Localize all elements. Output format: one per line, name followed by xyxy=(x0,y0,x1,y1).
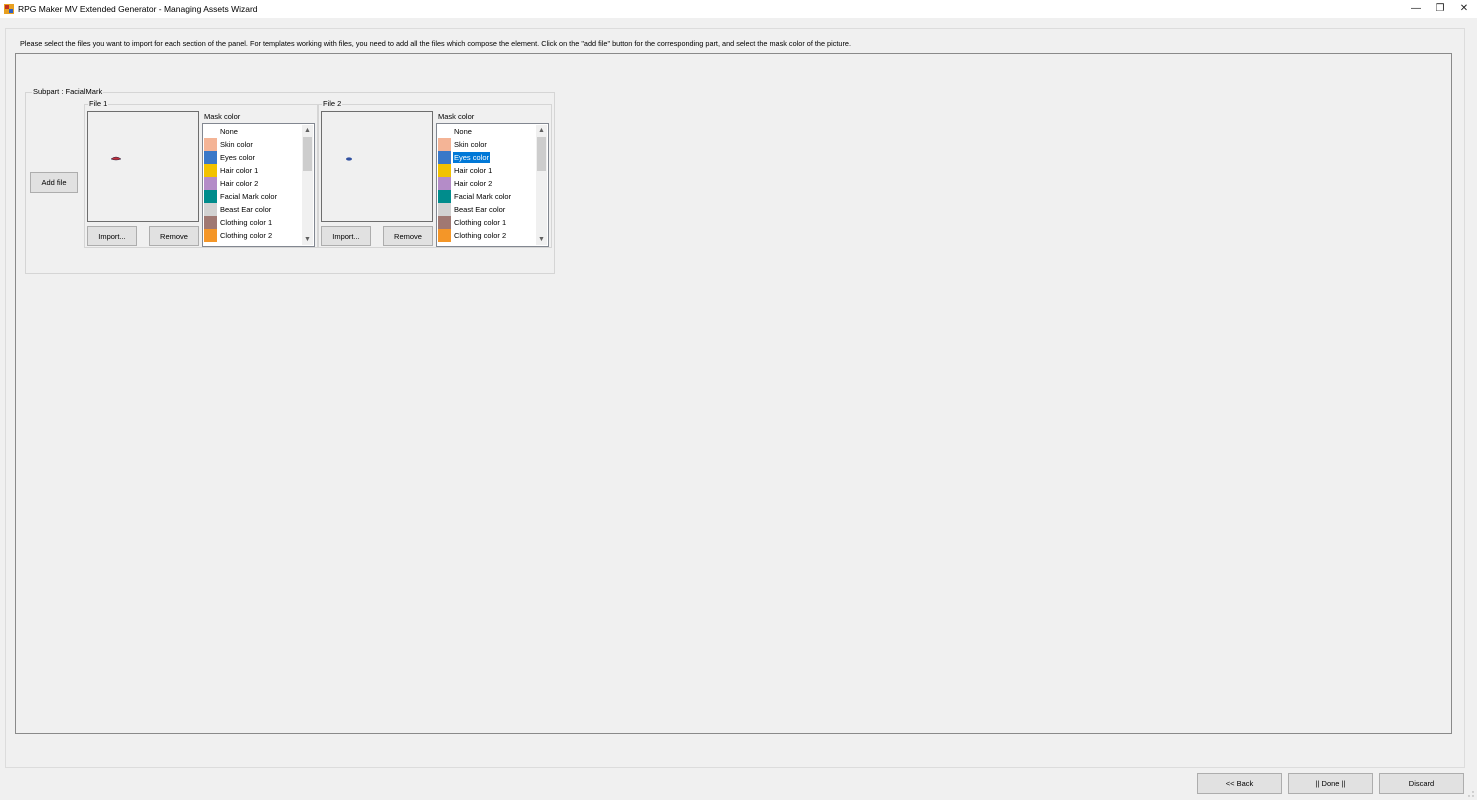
instructions-text: Please select the files you want to impo… xyxy=(20,39,851,48)
file-group-2: File 2 Import... Remove Mask color None S… xyxy=(318,99,552,248)
color-swatch xyxy=(204,216,217,229)
mask-color-label: None xyxy=(454,127,472,136)
color-swatch xyxy=(204,138,217,151)
mask-color-item[interactable]: Hair color 1 xyxy=(438,164,548,177)
mask-color-label: Beast Ear color xyxy=(220,205,272,214)
file-preview xyxy=(87,111,199,222)
remove-button[interactable]: Remove xyxy=(149,226,199,246)
scroll-up-icon[interactable]: ▲ xyxy=(536,125,547,136)
mask-color-label: Clothing color 2 xyxy=(220,231,273,240)
scroll-thumb[interactable] xyxy=(303,137,312,171)
subpart-title: Subpart : FacialMark xyxy=(32,87,104,97)
file-group-1: File 1 Import... Remove Mask color None S… xyxy=(84,99,318,248)
close-button[interactable]: ✕ xyxy=(1452,1,1476,17)
mask-color-item[interactable]: Facial Mark color xyxy=(438,190,548,203)
mask-color-item[interactable]: Hair color 1 xyxy=(204,164,314,177)
color-swatch xyxy=(438,138,451,151)
mask-color-item[interactable]: Beast Ear color xyxy=(438,203,548,216)
mask-color-item[interactable]: Eyes color xyxy=(204,151,314,164)
facial-mark-preview-icon xyxy=(346,157,352,161)
restore-button[interactable]: ❐ xyxy=(1428,1,1452,17)
mask-color-label: Clothing color 1 xyxy=(454,218,507,227)
back-button[interactable]: << Back xyxy=(1197,773,1282,794)
scroll-down-icon[interactable]: ▼ xyxy=(536,234,547,245)
remove-button[interactable]: Remove xyxy=(383,226,433,246)
mask-color-item[interactable]: Clothing color 1 xyxy=(438,216,548,229)
mask-color-label: Hair color 1 xyxy=(220,166,259,175)
mask-color-item[interactable]: Skin color xyxy=(438,138,548,151)
color-swatch xyxy=(204,203,217,216)
title-bar: RPG Maker MV Extended Generator - Managi… xyxy=(0,0,1477,18)
mask-color-label: None xyxy=(220,127,238,136)
mask-color-label: Beast Ear color xyxy=(454,205,506,214)
mask-color-item[interactable]: Clothing color 2 xyxy=(204,229,314,242)
mask-color-list[interactable]: None Skin color Eyes color Hair color 1 Hair… xyxy=(436,123,549,247)
color-swatch xyxy=(204,229,217,242)
file-preview xyxy=(321,111,433,222)
mask-color-item[interactable]: Skin color xyxy=(204,138,314,151)
mask-color-item[interactable]: Hair color 2 xyxy=(204,177,314,190)
mask-color-item[interactable]: Hair color 2 xyxy=(438,177,548,190)
mask-color-label: Facial Mark color xyxy=(454,192,512,201)
window-title: RPG Maker MV Extended Generator - Managi… xyxy=(18,4,258,14)
minimize-button[interactable]: — xyxy=(1404,1,1428,17)
mask-color-label: Mask color xyxy=(204,112,241,121)
mask-color-label: Hair color 1 xyxy=(454,166,493,175)
mask-color-label: Clothing color 1 xyxy=(220,218,273,227)
scroll-up-icon[interactable]: ▲ xyxy=(302,125,313,136)
done-button[interactable]: || Done || xyxy=(1288,773,1373,794)
mask-color-item[interactable]: Facial Mark color xyxy=(204,190,314,203)
color-swatch xyxy=(438,177,451,190)
color-swatch xyxy=(438,190,451,203)
color-swatch xyxy=(438,203,451,216)
color-swatch xyxy=(204,177,217,190)
mask-color-label: Mask color xyxy=(438,112,475,121)
color-swatch xyxy=(438,151,451,164)
mask-color-item[interactable]: None xyxy=(204,125,314,138)
discard-button[interactable]: Discard xyxy=(1379,773,1464,794)
list-scrollbar[interactable]: ▲ ▼ xyxy=(302,125,313,245)
mask-color-label: Eyes color xyxy=(453,152,491,163)
mask-color-item[interactable]: Eyes color xyxy=(438,151,548,164)
scroll-down-icon[interactable]: ▼ xyxy=(302,234,313,245)
facial-mark-preview-icon xyxy=(110,156,122,161)
mask-color-label: Skin color xyxy=(220,140,253,149)
assets-panel[interactable]: Subpart : FacialMark Add file File 1 Imp… xyxy=(15,53,1452,734)
mask-color-label: Hair color 2 xyxy=(454,179,493,188)
list-scrollbar[interactable]: ▲ ▼ xyxy=(536,125,547,245)
import-button[interactable]: Import... xyxy=(321,226,371,246)
mask-color-item[interactable]: Clothing color 1 xyxy=(204,216,314,229)
color-swatch xyxy=(204,164,217,177)
mask-color-item[interactable]: None xyxy=(438,125,548,138)
color-swatch xyxy=(438,125,451,138)
color-swatch xyxy=(438,229,451,242)
color-swatch xyxy=(204,125,217,138)
color-swatch xyxy=(438,164,451,177)
mask-color-item[interactable]: Clothing color 2 xyxy=(438,229,548,242)
mask-color-label: Hair color 2 xyxy=(220,179,259,188)
app-icon xyxy=(4,4,14,14)
file-title: File 1 xyxy=(88,99,109,109)
subpart-group: Subpart : FacialMark Add file File 1 Imp… xyxy=(25,87,555,274)
mask-color-label: Skin color xyxy=(454,140,487,149)
import-button[interactable]: Import... xyxy=(87,226,137,246)
mask-color-label: Facial Mark color xyxy=(220,192,278,201)
mask-color-list[interactable]: None Skin color Eyes color Hair color 1 Hair… xyxy=(202,123,315,247)
color-swatch xyxy=(204,151,217,164)
add-file-button[interactable]: Add file xyxy=(30,172,78,193)
file-title: File 2 xyxy=(322,99,343,109)
scroll-thumb[interactable] xyxy=(537,137,546,171)
mask-color-label: Eyes color xyxy=(220,153,256,162)
mask-color-label: Clothing color 2 xyxy=(454,231,507,240)
resize-grip-icon[interactable] xyxy=(1467,790,1475,798)
color-swatch xyxy=(438,216,451,229)
mask-color-item[interactable]: Beast Ear color xyxy=(204,203,314,216)
color-swatch xyxy=(204,190,217,203)
